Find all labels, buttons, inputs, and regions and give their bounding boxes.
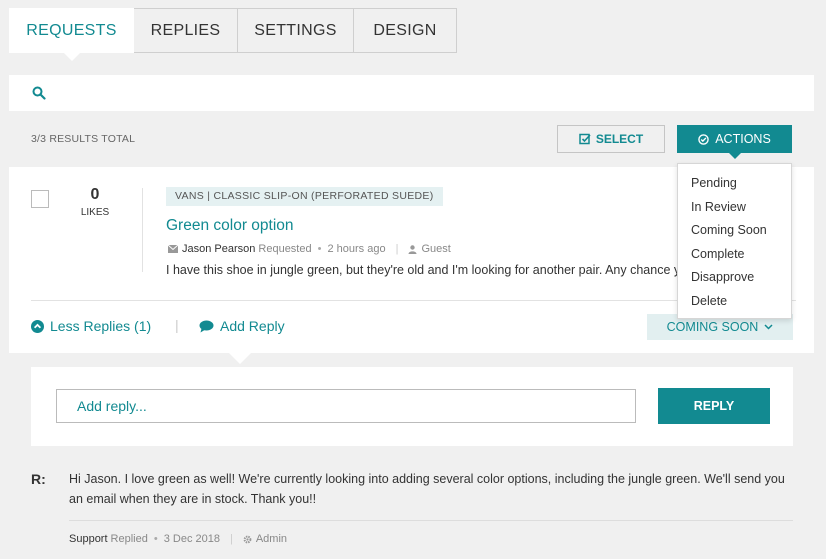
menu-item-in-review[interactable]: In Review [678, 196, 791, 220]
check-circle-icon [698, 133, 709, 145]
menu-item-pending[interactable]: Pending [678, 172, 791, 196]
author-role: Guest [421, 243, 451, 255]
reply-input[interactable] [56, 389, 636, 423]
request-action: Requested [258, 243, 312, 255]
vertical-divider [142, 188, 143, 272]
product-tag[interactable]: VANS | CLASSIC SLIP-ON (PERFORATED SUEDE… [166, 187, 443, 206]
separator: | [395, 243, 399, 255]
menu-item-delete[interactable]: Delete [678, 290, 791, 314]
tab-design[interactable]: DESIGN [354, 8, 457, 53]
select-button[interactable]: SELECT [557, 125, 665, 153]
tab-replies[interactable]: REPLIES [134, 8, 238, 53]
separator: | [175, 317, 179, 333]
menu-item-coming-soon[interactable]: Coming Soon [678, 219, 791, 243]
likes-count: 0 [90, 186, 100, 203]
reply-button[interactable]: REPLY [658, 388, 770, 424]
reply-date: 3 Dec 2018 [163, 533, 220, 545]
dot-separator: • [317, 243, 322, 255]
likes-label: LIKES [80, 207, 110, 218]
tab-bar: REQUESTS REPLIES SETTINGS DESIGN [9, 8, 457, 61]
less-replies-label: Less Replies (1) [50, 318, 152, 334]
request-title[interactable]: Green color option [166, 217, 294, 235]
chevron-down-icon [764, 324, 773, 330]
menu-item-disapprove[interactable]: Disapprove [678, 266, 791, 290]
search-icon[interactable] [32, 86, 46, 100]
request-time: 2 hours ago [327, 243, 386, 255]
author-name[interactable]: Jason Pearson [182, 243, 255, 255]
envelope-icon [168, 245, 178, 253]
separator: | [229, 533, 233, 545]
actions-menu: Pending In Review Coming Soon Complete D… [677, 163, 792, 319]
reply-prefix: R: [31, 471, 46, 487]
gear-icon [243, 535, 252, 544]
tab-settings[interactable]: SETTINGS [238, 8, 354, 53]
checkbox-check-icon [579, 133, 591, 145]
reply-role: Admin [255, 533, 288, 545]
add-reply-label: Add Reply [220, 318, 285, 334]
dot-separator: • [153, 533, 158, 545]
request-meta: Jason Pearson Requested • 2 hours ago | … [168, 243, 451, 255]
results-total: 3/3 RESULTS TOTAL [31, 133, 136, 145]
chevron-up-circle-icon [31, 319, 44, 333]
comment-icon [199, 320, 214, 333]
add-reply-link[interactable]: Add Reply [199, 318, 285, 334]
request-body: I have this shoe in jungle green, but th… [166, 263, 686, 277]
select-label: SELECT [595, 132, 644, 146]
menu-item-complete[interactable]: Complete [678, 243, 791, 267]
reply-divider [69, 520, 793, 521]
reply-author[interactable]: Support [69, 533, 108, 545]
actions-label: ACTIONS [715, 132, 771, 146]
reply-form: REPLY [31, 367, 793, 446]
reply-action: Replied [110, 533, 148, 545]
search-bar[interactable] [9, 75, 814, 111]
less-replies-link[interactable]: Less Replies (1) [31, 318, 151, 334]
reply-meta: Support Replied • 3 Dec 2018 | Admin [69, 533, 287, 545]
user-icon [408, 244, 417, 254]
actions-button[interactable]: ACTIONS [677, 125, 792, 159]
reply-text: Hi Jason. I love green as well! We're cu… [69, 472, 785, 506]
status-label: COMING SOON [666, 320, 759, 334]
tab-requests[interactable]: REQUESTS [9, 8, 134, 61]
request-checkbox[interactable] [31, 190, 49, 208]
